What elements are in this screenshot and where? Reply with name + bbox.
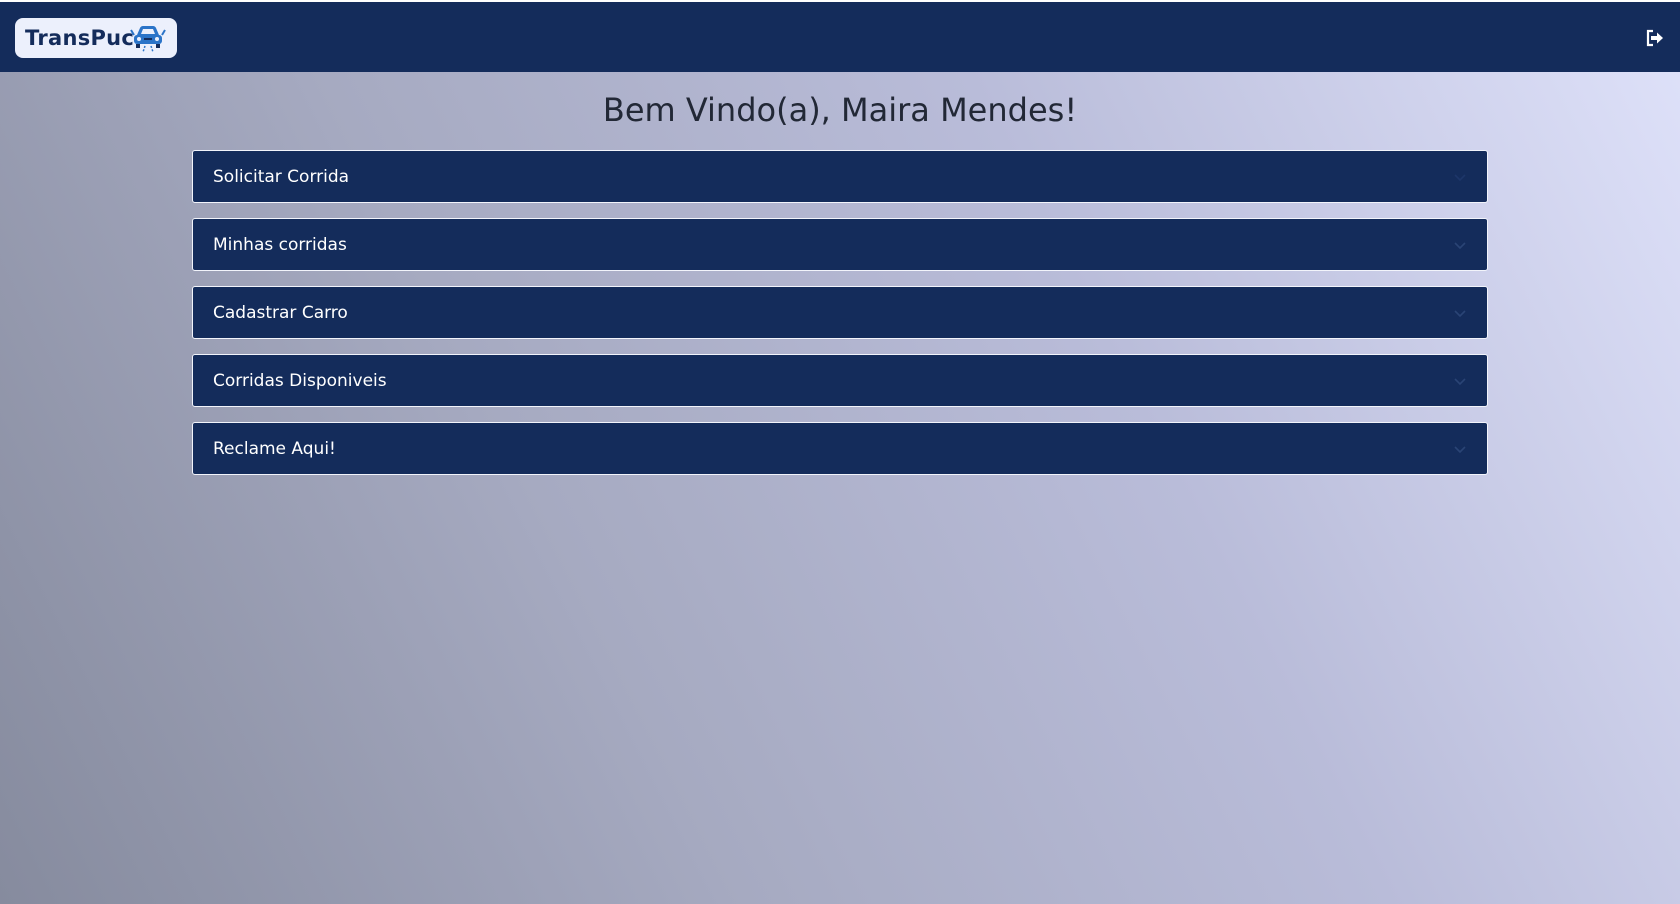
chevron-down-icon [1454,446,1466,454]
accordion-item-solicitar-corrida[interactable]: Solicitar Corrida [192,150,1488,203]
chevron-down-icon [1454,378,1466,386]
accordion-label: Solicitar Corrida [213,167,350,187]
top-navbar: TransPuc [0,0,1680,72]
accordion-item-corridas-disponiveis[interactable]: Corridas Disponiveis [192,354,1488,407]
brand-logo[interactable]: TransPuc [15,18,177,58]
chevron-down-icon [1454,174,1466,182]
accordion-label: Minhas corridas [213,235,347,255]
main-accordion: Solicitar Corrida Minhas corridas Cadast… [192,150,1488,490]
brand-name: TransPuc [25,26,135,50]
accordion-label: Reclame Aqui! [213,439,336,459]
car-icon [130,26,166,53]
accordion-label: Cadastrar Carro [213,303,348,323]
accordion-item-minhas-corridas[interactable]: Minhas corridas [192,218,1488,271]
logout-icon[interactable] [1645,28,1665,48]
accordion-item-cadastrar-carro[interactable]: Cadastrar Carro [192,286,1488,339]
welcome-heading: Bem Vindo(a), Maira Mendes! [602,91,1078,129]
accordion-item-reclame-aqui[interactable]: Reclame Aqui! [192,422,1488,475]
accordion-label: Corridas Disponiveis [213,371,387,391]
chevron-down-icon [1454,310,1466,318]
chevron-down-icon [1454,242,1466,250]
